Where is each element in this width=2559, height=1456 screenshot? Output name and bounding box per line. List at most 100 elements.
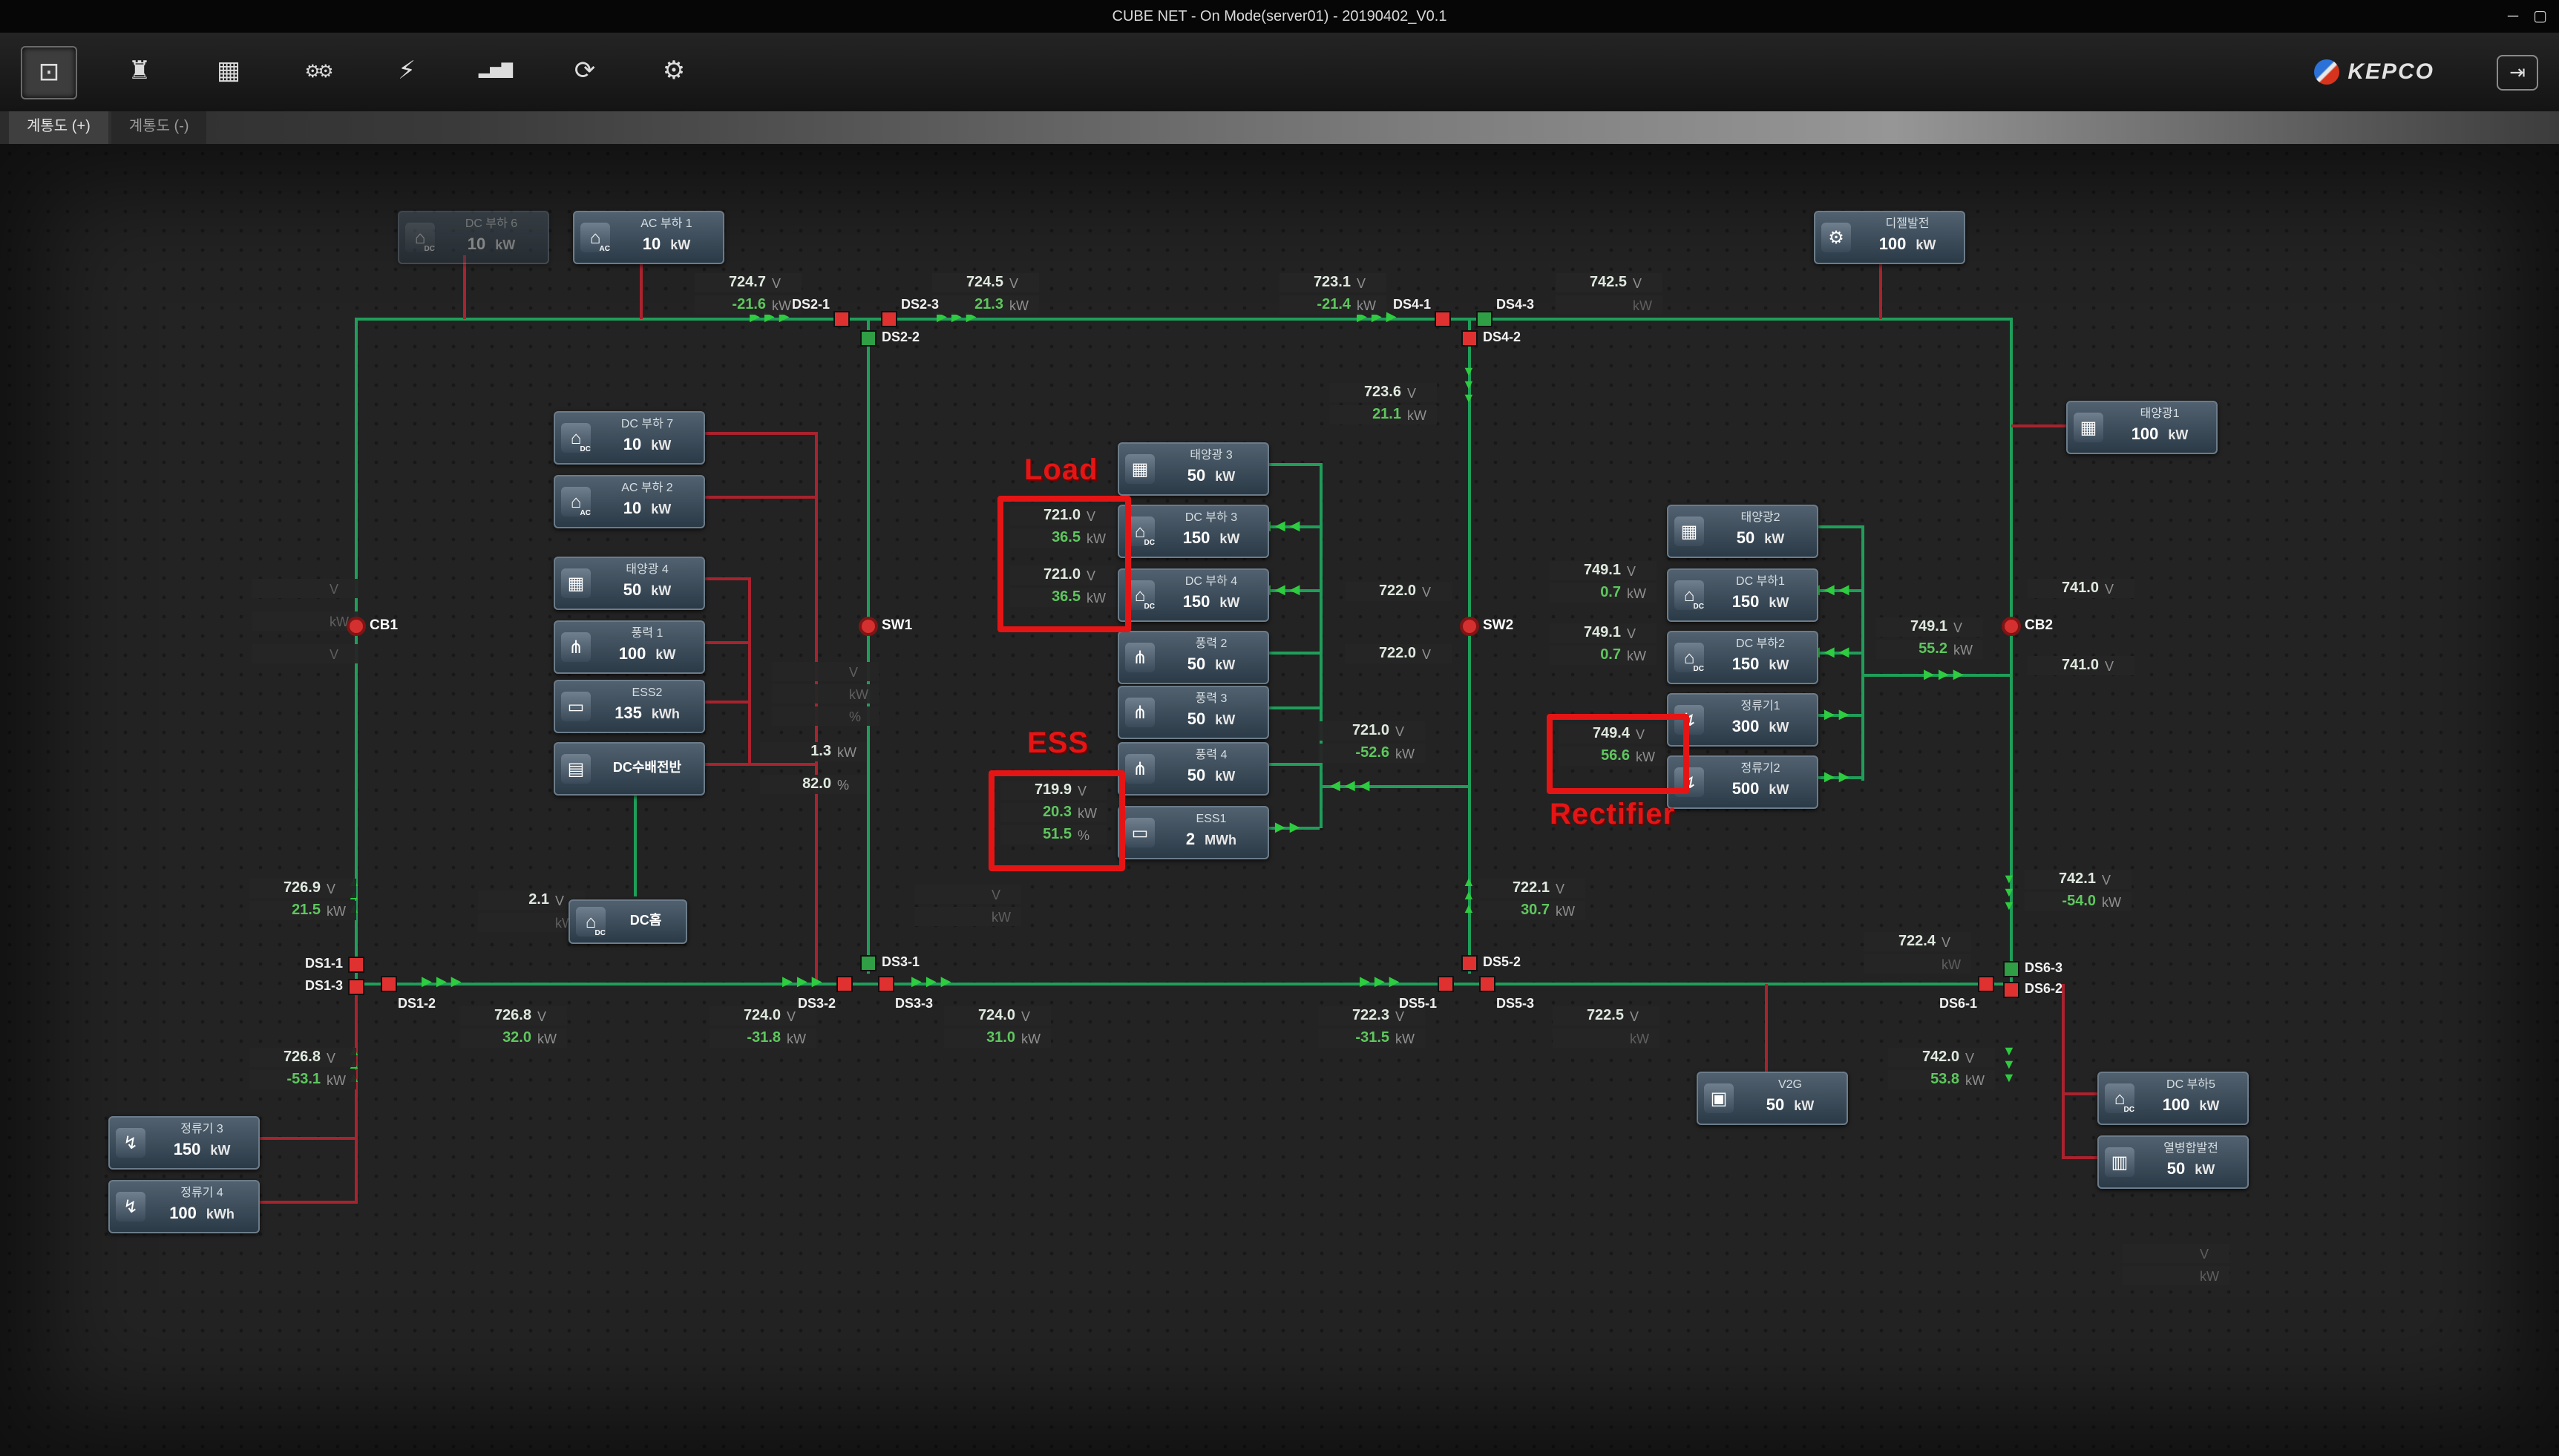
device-card[interactable]: ⌂ DC DC 부하 6 10 kW	[398, 211, 549, 264]
device-card[interactable]: ⌂ DC DC 부하 3 150 kW	[1118, 505, 1269, 558]
toolbar-icon[interactable]: ▦	[202, 45, 255, 96]
device-card[interactable]: ⌂ DC DC 부하 4 150 kW	[1118, 568, 1269, 622]
device-card[interactable]: ▥ 열병합발전 50 kW	[2097, 1135, 2249, 1189]
device-icon: ▭	[561, 692, 591, 721]
device-rating-value: 50	[2167, 1161, 2186, 1178]
flow-arrow-icon: ▼▼▼	[1462, 365, 1477, 405]
measurement-value: 742.5	[1590, 275, 1627, 291]
measurement-value: 21.1	[1372, 407, 1401, 423]
device-rating-unit: kW	[495, 237, 515, 252]
toolbar-icon[interactable]: ⚙	[647, 45, 701, 96]
device-card[interactable]: ⌂ DC DC 부하1 150 kW	[1667, 568, 1818, 622]
device-rating-unit: kW	[2195, 1162, 2215, 1177]
device-card[interactable]: ▤ DC수배전반	[554, 742, 705, 796]
device-card[interactable]: ↯ 정류기1 300 kW	[1667, 693, 1818, 747]
bus-line	[1861, 525, 1864, 781]
device-card[interactable]: ⋔ 풍력 4 50 kW	[1118, 742, 1269, 796]
measurement-readout: 741.0 V	[2028, 579, 2134, 598]
device-card[interactable]: ↯ 정류기2 500 kW	[1667, 755, 1818, 809]
device-card[interactable]: ↯ 정류기 4 100 kWh	[108, 1180, 260, 1233]
device-card[interactable]: ⌂ DC DC 부하 7 10 kW	[554, 411, 705, 465]
measurement-unit: V	[1009, 275, 1033, 290]
flow-arrow-icon: ▲▲▲	[1462, 876, 1477, 916]
device-icon: ⌂ DC	[1674, 580, 1704, 610]
device-card[interactable]: ▦ 태양광 4 50 kW	[554, 557, 705, 610]
device-card[interactable]: ▦ 태양광2 50 kW	[1667, 505, 1818, 558]
flow-arrow-icon: ◀◀◀	[1330, 779, 1374, 793]
measurement-readout: 82.0 %	[760, 775, 867, 794]
measurement-unit: kW	[2200, 1268, 2224, 1283]
minimize-icon[interactable]: ─	[2508, 8, 2518, 24]
device-card[interactable]: ⚙ 디젤발전 100 kW	[1814, 211, 1965, 264]
measurement-value: 726.8	[284, 1049, 321, 1066]
switch-state-icon	[833, 311, 850, 327]
measurement-unit: kW	[1407, 407, 1431, 422]
toolbar-icon-glyph: ▦	[217, 56, 240, 85]
annotation-text: ESS	[1027, 727, 1089, 761]
device-icon: ▦	[2074, 413, 2103, 442]
measurement-value: 724.0	[744, 1008, 781, 1024]
measurement-value: 722.3	[1352, 1008, 1389, 1024]
measurement-unit: V	[1395, 724, 1419, 738]
device-card[interactable]: ⋔ 풍력 1 100 kW	[554, 620, 705, 674]
toolbar-icon[interactable]: ⊡	[21, 45, 77, 99]
tab-diagram-minus[interactable]: 계통도 (-)	[111, 111, 207, 144]
device-card[interactable]: ⌂ DC DC 부하5 100 kW	[2097, 1072, 2249, 1125]
device-card[interactable]: ⋔ 풍력 3 50 kW	[1118, 686, 1269, 739]
measurement-unit: V	[2102, 872, 2126, 887]
toolbar-icon[interactable]: ⚡	[380, 45, 433, 96]
measurement-readout: 726.8 V	[460, 1006, 567, 1026]
switch-label: DS2-3	[901, 297, 939, 312]
flow-arrow-icon: ▶▶▶	[782, 975, 827, 988]
measurement-unit: V	[1965, 1050, 1989, 1065]
breaker-label: SW2	[1483, 617, 1513, 634]
toolbar-icon[interactable]: ▂▅▇	[469, 45, 522, 96]
device-icon-sub: DC	[2124, 1106, 2134, 1115]
measurement-value: 21.5	[292, 902, 321, 919]
tab-diagram-plus[interactable]: 계통도 (+)	[9, 111, 108, 144]
switch-state-icon	[1978, 976, 1994, 992]
measurement-readout: kW	[1864, 954, 1971, 974]
device-card[interactable]: ⌂ AC AC 부하 1 10 kW	[573, 211, 724, 264]
device-card[interactable]: ↯ 정류기 3 150 kW	[108, 1116, 260, 1170]
device-rating-value: 500	[1732, 781, 1760, 798]
device-icon-sub: DC	[580, 445, 591, 454]
measurement-unit: kW	[787, 1031, 810, 1046]
device-card[interactable]: ⌂ DC DC 부하2 150 kW	[1667, 631, 1818, 684]
measurement-value: 723.6	[1364, 384, 1401, 401]
measurement-readout: 30.7 kW	[1478, 901, 1585, 920]
device-card[interactable]: ▭ ESS1 2 MWh	[1118, 806, 1269, 859]
measurement-unit: V	[1422, 584, 1446, 599]
measurement-value: 55.2	[1919, 641, 1947, 658]
measurement-value: 30.7	[1521, 902, 1550, 919]
measurement-readout: 724.7 V	[695, 273, 802, 292]
measurement-value: 32.0	[502, 1030, 531, 1046]
toolbar-icon[interactable]: ⚙⚙	[291, 45, 344, 96]
switch-state-icon	[2003, 961, 2019, 977]
measurement-unit: V	[1422, 646, 1446, 661]
measurement-readout: 55.2 kW	[1876, 640, 1983, 659]
toolbar-icon[interactable]: ♜	[113, 45, 166, 96]
device-rating-unit: kW	[1794, 1098, 1814, 1113]
maximize-icon[interactable]: ▢	[2533, 8, 2547, 24]
device-card[interactable]: ⋔ 풍력 2 50 kW	[1118, 631, 1269, 684]
toolbar-icon[interactable]: ⟳	[558, 45, 612, 96]
device-card[interactable]: ▦ 태양광 3 50 kW	[1118, 442, 1269, 496]
exit-button[interactable]: ⇥	[2497, 54, 2538, 90]
measurement-unit: kW	[1395, 1031, 1419, 1046]
device-card[interactable]: ⌂ AC AC 부하 2 10 kW	[554, 475, 705, 528]
device-card[interactable]: ▭ ESS2 135 kWh	[554, 680, 705, 733]
measurement-unit: V	[1633, 275, 1657, 290]
measurement-readout: -21.4 kW	[1280, 295, 1386, 315]
bus-line	[748, 577, 751, 766]
device-rating-value: 50	[1187, 767, 1206, 785]
measurement-unit: kW	[1009, 298, 1033, 312]
switch-label: DS3-3	[895, 996, 933, 1011]
device-card[interactable]: ▣ V2G 50 kW	[1697, 1072, 1848, 1125]
toolbar-icons: ⊡ ♜ ▦ ⚙⚙ ⚡ ▂▅▇	[21, 45, 701, 99]
device-rating-unit: kW	[1215, 469, 1235, 484]
device-card[interactable]: ⌂ DC DC홈	[569, 899, 687, 944]
device-card[interactable]: ▦ 태양광1 100 kW	[2066, 401, 2218, 454]
device-icon: ⌂ DC	[1674, 643, 1704, 672]
flow-arrow-icon: ▶▶▶	[1924, 668, 1968, 681]
